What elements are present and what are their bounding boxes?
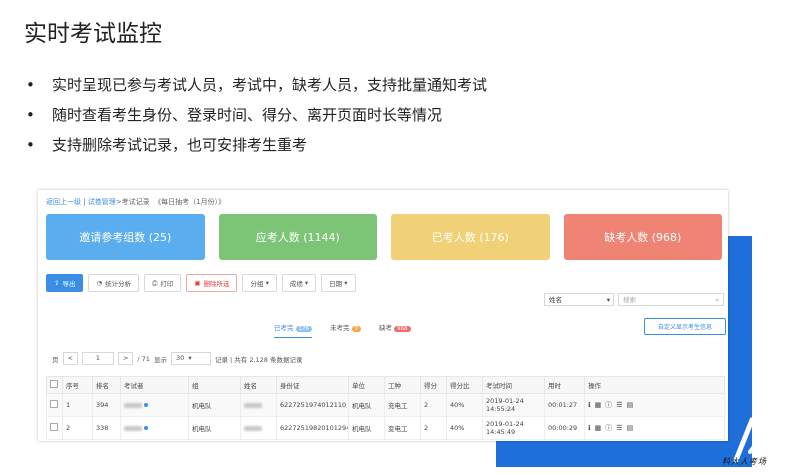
qrcode-icon[interactable]: ▦ [595,401,602,409]
examinee-cell [120,393,189,417]
blurred-name [244,402,262,408]
paper-mgmt-link[interactable]: 试卷管理 [88,198,116,206]
row-checkbox[interactable] [50,423,58,431]
column-header[interactable]: 得分 [420,376,447,394]
blurred-name [124,425,142,431]
tab-in-progress[interactable]: 未考完 0 [330,322,361,338]
next-page-button[interactable]: > [117,352,134,365]
count-badge: 0 [351,326,361,332]
pagination: 页 < 1 > / 71 显示 30 ▾ 记录 | 共有 2,128 条数据记录 [52,352,303,365]
back-link[interactable]: 返回上一级 [46,198,81,206]
qrcode-icon[interactable]: ▦ [595,424,602,432]
checkbox[interactable] [50,380,58,388]
alert-icon[interactable]: ⓘ [605,401,612,409]
date-dropdown[interactable]: 日期 ▾ [321,274,356,292]
search-icon: ⌕ [715,296,719,304]
column-header[interactable]: 组 [188,376,241,394]
page-number-input[interactable]: 1 [81,352,114,365]
chevron-down-icon: ▾ [304,279,309,287]
online-dot-icon [144,426,148,430]
stats-button[interactable]: ◔ 统计分析 [88,274,140,292]
column-header[interactable]: 工种 [384,376,421,394]
delete-selected-button[interactable]: ▣ 删除所选 [186,274,238,292]
column-header[interactable]: 身份证 [276,376,349,394]
export-button[interactable]: ⇪ 导出 [46,274,84,292]
info-icon[interactable]: ℹ [588,401,591,409]
bullet-item: 随时查看考生身份、登录时间、得分、离开页面时长等情况 [26,100,487,130]
row-actions: ℹ ▦ ⓘ ☰ ▤ [584,416,725,440]
bullet-list: 实时呈现已参与考试人员，考试中，缺考人员，支持批量通知考试 随时查看考生身份、登… [26,70,487,160]
group-link[interactable]: 机电队 [188,416,241,440]
score-dropdown[interactable]: 成绩 ▾ [281,274,317,292]
row-checkbox[interactable] [50,400,58,408]
records-table: 序号 排名 考试者 组 姓名 身份证 单位 工种 得分 得分比 考试时间 用时 … [46,376,725,440]
row-actions: ℹ ▦ ⓘ ☰ ▤ [584,393,725,417]
trash-icon: ▣ [194,279,201,287]
card-taken[interactable]: 已考人数 (176) [391,214,550,260]
column-header[interactable]: 考试者 [120,376,189,394]
group-dropdown[interactable]: 分组 ▾ [242,274,277,292]
search-field-select[interactable]: 姓名 ▾ [544,293,614,306]
save-icon[interactable]: ▤ [627,424,634,432]
count-badge: 176 [295,326,312,332]
column-header[interactable]: 排名 [92,376,121,394]
logo-text: 科大人考场 [722,457,767,466]
info-icon[interactable]: ℹ [588,424,591,432]
caret-down-icon: ▾ [606,296,610,304]
slide-title: 实时考试监控 [24,21,162,47]
chevron-down-icon: ▾ [265,279,269,287]
exam-name: 《每日抽考（1月份）》 [154,198,226,206]
printer-icon: ⎙ [152,278,158,287]
select-all-checkbox-cell[interactable] [46,376,63,394]
card-absent[interactable]: 缺考人数 (968) [563,214,722,260]
card-expected[interactable]: 应考人数 (1144) [218,214,377,260]
tab-absent[interactable]: 缺考 968 [379,322,411,338]
search-input[interactable]: 搜索 ⌕ [618,293,724,306]
alert-icon[interactable]: ⓘ [605,424,612,432]
table-header-row: 序号 排名 考试者 组 姓名 身份证 单位 工种 得分 得分比 考试时间 用时 … [46,376,725,394]
bullet-item: 支持删除考试记录，也可安排考生重考 [26,130,487,160]
summary-cards: 邀请参考组数 (25) 应考人数 (1144) 已考人数 (176) 缺考人数 … [46,214,722,260]
card-invited-groups[interactable]: 邀请参考组数 (25) [46,214,205,260]
print-button[interactable]: ⎙ 打印 [144,274,182,292]
column-header[interactable]: 姓名 [240,376,277,394]
save-icon[interactable]: ▤ [627,401,634,409]
count-badge: 968 [394,326,411,332]
list-icon[interactable]: ☰ [616,424,622,432]
page-size-select[interactable]: 30 ▾ [170,352,211,365]
prev-page-button[interactable]: < [62,352,78,365]
online-dot-icon [144,403,148,407]
list-icon[interactable]: ☰ [616,401,622,409]
breadcrumb: 返回上一级 | 试卷管理>考试记录 《每日抽考（1月份）》 [46,198,226,206]
group-link[interactable]: 机电队 [188,393,241,417]
tab-completed[interactable]: 已考完 176 [274,322,312,338]
name-cell [240,416,277,440]
custom-columns-button[interactable]: 自定义显示考生信息 [644,318,726,335]
column-header: 操作 [584,376,725,394]
table-row[interactable]: 1 394 机电队 6227251974012110 4X 机电队 充电工 2 … [46,393,725,417]
column-header[interactable]: 单位 [348,376,385,394]
upload-icon: ⇪ [54,279,60,287]
examinee-cell [120,416,189,440]
exam-monitor-screenshot: 返回上一级 | 试卷管理>考试记录 《每日抽考（1月份）》 邀请参考组数 (25… [38,190,728,441]
chevron-down-icon: ▾ [344,279,348,287]
table-row[interactable]: 2 338 机电队 622725198201012948 机电队 变电工 2 4… [46,416,725,440]
column-header[interactable]: 考试时间 [482,376,545,394]
bullet-item: 实时呈现已参与考试人员，考试中，缺考人员，支持批量通知考试 [26,70,487,100]
toolbar: ⇪ 导出 ◔ 统计分析 ⎙ 打印 ▣ 删除所选 分组 ▾ 成绩 ▾ 日期 ▾ [46,274,356,292]
blurred-name [124,402,142,408]
column-header[interactable]: 得分比 [446,376,483,394]
chart-icon: ◔ [96,279,103,287]
column-header[interactable]: 用时 [544,376,585,394]
column-header[interactable]: 序号 [62,376,93,394]
blurred-name [244,425,262,431]
name-cell [240,393,277,417]
status-tabs: 已考完 176 未考完 0 缺考 968 [274,322,411,338]
